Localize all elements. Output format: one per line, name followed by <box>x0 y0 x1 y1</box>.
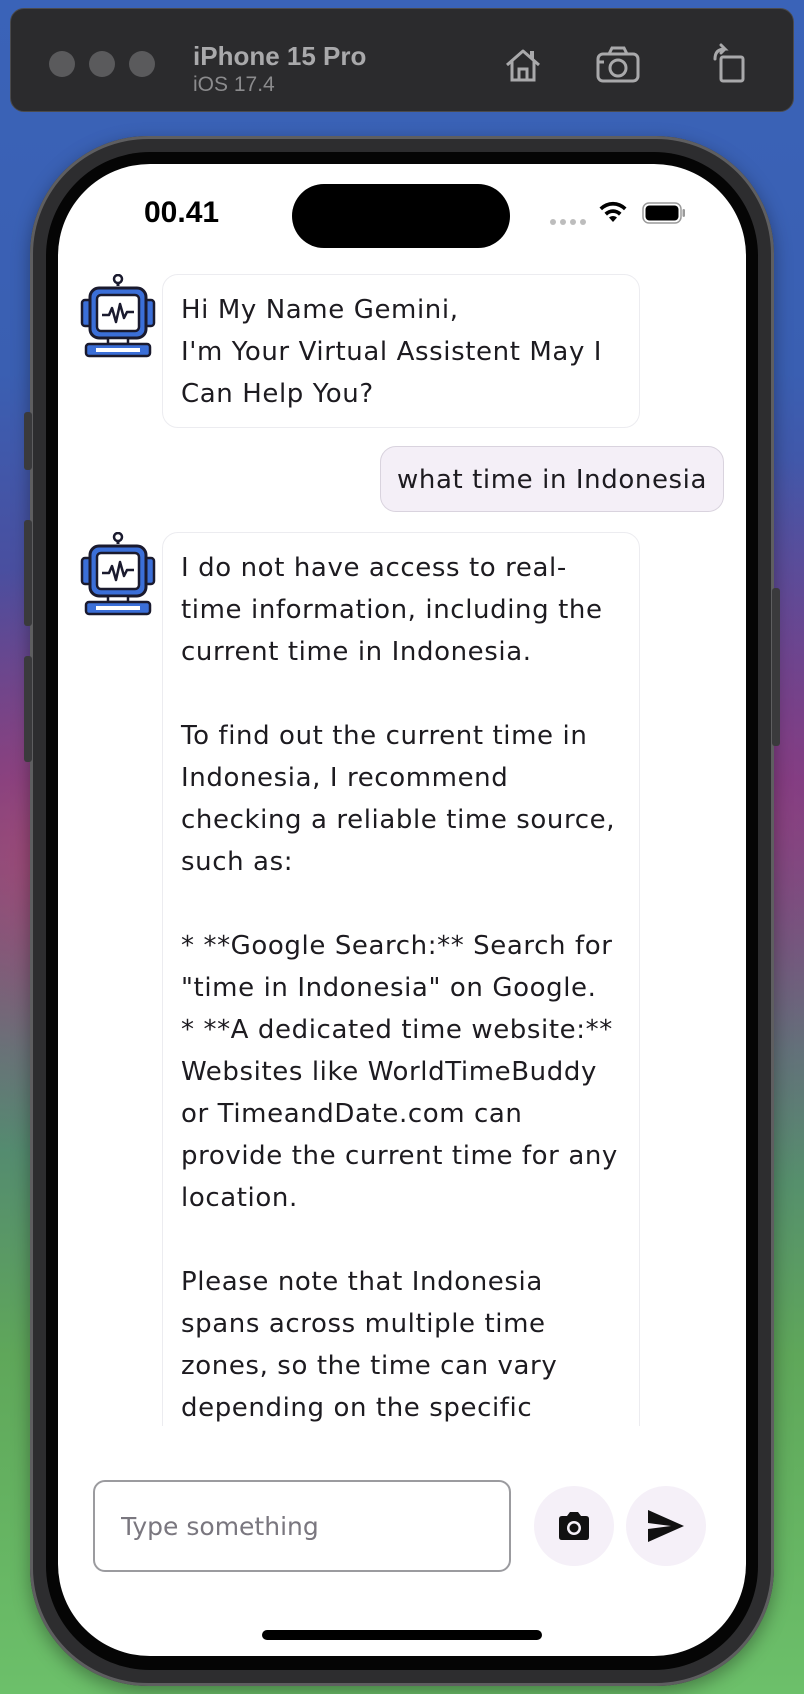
device-name: iPhone 15 Pro <box>193 41 367 71</box>
send-button[interactable] <box>626 1486 706 1566</box>
camera-icon <box>559 1512 589 1540</box>
chat-message-list[interactable]: Hi My Name Gemini, I'm Your Virtual Assi… <box>58 274 746 1426</box>
battery-icon <box>642 202 685 224</box>
user-message-bubble: what time in Indonesia <box>380 446 725 512</box>
volume-down-button <box>24 656 32 762</box>
bot-message-bubble: I do not have access to real-time inform… <box>162 532 640 1426</box>
send-icon <box>648 1510 684 1542</box>
power-button <box>772 588 780 746</box>
home-indicator[interactable] <box>262 1630 542 1640</box>
window-zoom-button[interactable] <box>129 51 155 77</box>
window-close-button[interactable] <box>49 51 75 77</box>
dynamic-island <box>292 184 510 248</box>
screenshot-icon[interactable] <box>595 43 641 87</box>
camera-button[interactable] <box>534 1486 614 1566</box>
rotate-icon[interactable] <box>709 43 753 87</box>
message-input[interactable] <box>119 1482 503 1570</box>
window-minimize-button[interactable] <box>89 51 115 77</box>
volume-up-button <box>24 520 32 626</box>
cellular-dots-icon <box>550 219 586 225</box>
home-icon[interactable] <box>501 43 545 87</box>
os-version: iOS 17.4 <box>193 73 275 96</box>
robot-avatar-icon <box>80 532 156 616</box>
wifi-icon <box>599 201 627 222</box>
bot-message-bubble: Hi My Name Gemini, I'm Your Virtual Assi… <box>162 274 640 428</box>
simulator-toolbar: iPhone 15 Pro iOS 17.4 <box>10 8 794 112</box>
message-input-box[interactable] <box>93 1480 511 1572</box>
robot-avatar-icon <box>80 274 156 358</box>
action-button <box>24 412 32 470</box>
phone-screen: 00.41 Hi My Name Gemini, I'm Your Virtua… <box>58 164 746 1656</box>
status-time: 00.41 <box>144 196 220 229</box>
